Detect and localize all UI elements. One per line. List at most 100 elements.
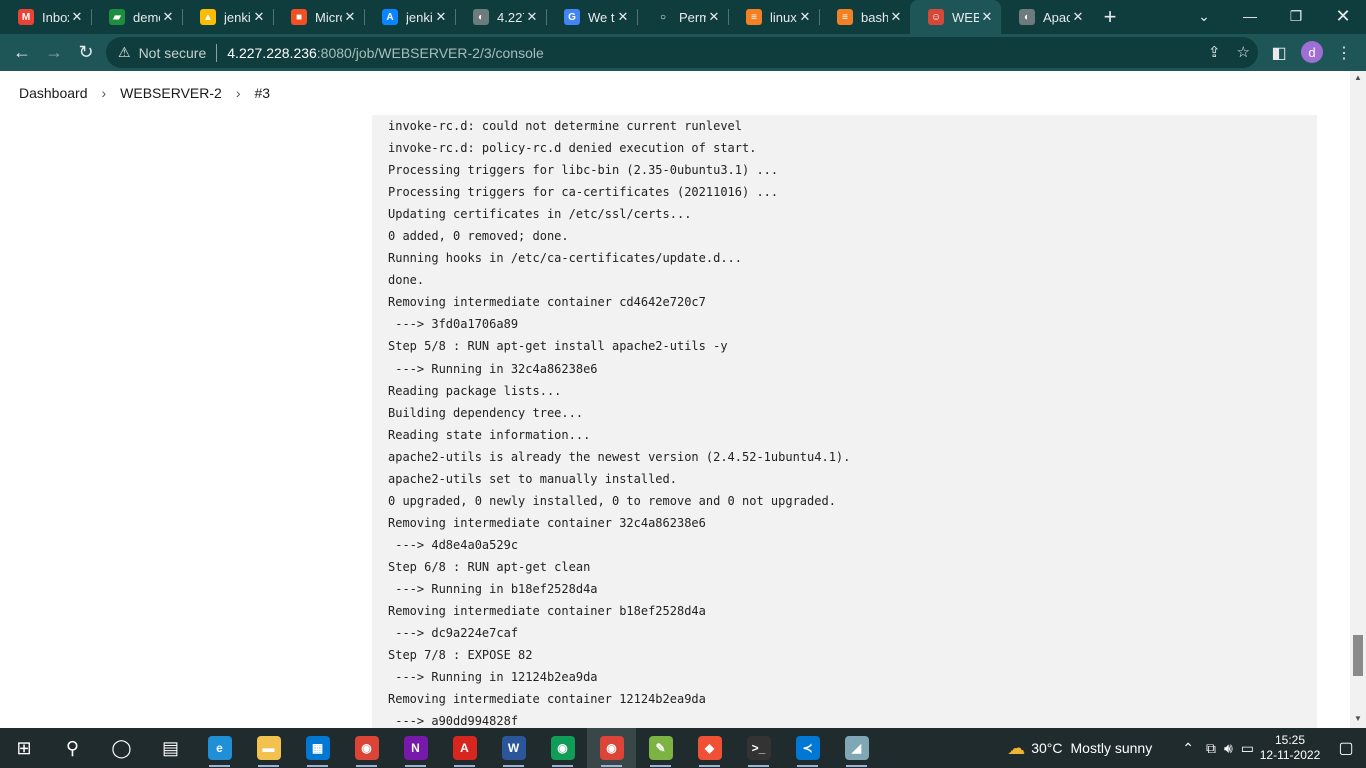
taskbar-app-button[interactable]: e	[195, 728, 244, 768]
console-line: Building dependency tree...	[388, 405, 584, 420]
github-icon: ○	[655, 9, 671, 25]
maximize-button[interactable]: ❐	[1273, 0, 1319, 32]
browser-toolbar: ← → ↻ ⚠ Not secure 4.227.228.236:8080/jo…	[0, 34, 1366, 71]
browser-tab[interactable]: ◐ Apac ✕	[1001, 0, 1092, 34]
tab-title: WEB	[952, 9, 979, 25]
forward-button[interactable]: →	[38, 37, 70, 69]
divider	[216, 43, 218, 62]
taskbar-app-button[interactable]: ▬	[244, 728, 293, 768]
share-icon[interactable]: ⇪	[1208, 43, 1221, 61]
browser-tab[interactable]: G We t ✕	[546, 0, 637, 34]
close-tab-icon[interactable]: ✕	[342, 9, 358, 25]
close-tab-icon[interactable]: ✕	[433, 9, 449, 25]
taskbar-app-button[interactable]: ◢	[832, 728, 881, 768]
minimize-button[interactable]: —	[1227, 0, 1273, 32]
close-tab-icon[interactable]: ✕	[615, 9, 631, 25]
close-tab-icon[interactable]: ✕	[979, 9, 995, 25]
scrollbar-thumb[interactable]	[1353, 635, 1363, 676]
stackoverflow-icon: ≡	[837, 9, 853, 25]
console-line: invoke-rc.d: could not determine current…	[388, 119, 743, 133]
tab-title: jenkins	[406, 9, 433, 25]
cortana-icon[interactable]: ◯	[97, 728, 146, 768]
address-bar[interactable]: ⚠ Not secure 4.227.228.236:8080/job/WEBS…	[106, 37, 1258, 68]
browser-tab[interactable]: ■ Microsoft✕	[273, 0, 364, 34]
taskbar: ⊞ ⚲ ◯ ▤ e ▬ ▦ ◉ N A W ◉ ◉ ✎ ◆ >_ ≺ ◢ ☁ 30°C Mostly su…	[0, 728, 1366, 768]
clock[interactable]: 15:25 12-11-2022	[1254, 733, 1326, 763]
scroll-down-icon[interactable]: ▼	[1350, 712, 1366, 726]
tab-title: 4.227	[497, 9, 524, 25]
task-view-icon[interactable]: ▤	[146, 728, 195, 768]
bookmark-star-icon[interactable]: ☆	[1237, 43, 1250, 61]
taskbar-app-button[interactable]: ▦	[293, 728, 342, 768]
weather-icon[interactable]: ☁	[1007, 738, 1025, 759]
browser-tab[interactable]: ○ Perm ✕	[637, 0, 728, 34]
close-tab-icon[interactable]: ✕	[706, 9, 722, 25]
tab-strip: MInbox✕▰demo✕▲jenkins✕■Microsoft✕Ajenkin…	[0, 0, 1366, 34]
browser-tab[interactable]: M Inbox✕	[0, 0, 91, 34]
new-tab-button[interactable]: +	[1092, 0, 1128, 34]
taskbar-app-button[interactable]: ✎	[636, 728, 685, 768]
warning-icon[interactable]: ⚠	[118, 44, 131, 61]
edge-icon: e	[207, 736, 232, 760]
taskbar-app-button[interactable]: ◉	[538, 728, 587, 768]
chevron-up-icon[interactable]: ⌃	[1182, 740, 1194, 757]
notifications-icon[interactable]: ▢	[1326, 738, 1366, 758]
console-line: ---> 4d8e4a0a529c	[388, 537, 519, 552]
globe-icon: ◐	[1019, 9, 1035, 25]
taskbar-app-button[interactable]: A	[440, 728, 489, 768]
browser-tab[interactable]: Ajenkins✕	[364, 0, 455, 34]
close-window-button[interactable]: ✕	[1320, 0, 1366, 32]
menu-icon[interactable]: ⋮	[1328, 37, 1360, 69]
stackoverflow-icon: ≡	[746, 9, 762, 25]
close-tab-icon[interactable]: ✕	[797, 9, 813, 25]
volume-icon[interactable]: 🔊︎	[1224, 740, 1233, 757]
search-icon[interactable]: ⚲	[48, 728, 97, 768]
start-windows-icon[interactable]: ⊞	[0, 728, 48, 768]
tab-title: Apac	[1043, 9, 1070, 25]
close-tab-icon[interactable]: ✕	[524, 9, 540, 25]
breadcrumb-build[interactable]: #3	[255, 85, 271, 101]
azure-icon: A	[382, 9, 398, 25]
back-button[interactable]: ←	[6, 37, 38, 69]
taskbar-app-button[interactable]: ≺	[783, 728, 832, 768]
security-label[interactable]: Not secure	[139, 45, 207, 61]
chevron-right-icon: ›	[101, 85, 107, 101]
taskbar-app-button[interactable]: >_	[734, 728, 783, 768]
close-tab-icon[interactable]: ✕	[1070, 9, 1086, 25]
chrome-profile-icon: ◉	[550, 736, 575, 760]
profile-avatar[interactable]: d	[1301, 41, 1323, 63]
page-scrollbar[interactable]: ▲ ▼	[1350, 71, 1366, 728]
meet-now-icon[interactable]: ⧉	[1206, 740, 1216, 757]
console-line: ---> Running in 12124b2ea9da	[388, 670, 598, 685]
close-tab-icon[interactable]: ✕	[251, 9, 267, 25]
breadcrumb-dashboard[interactable]: Dashboard	[19, 85, 88, 101]
system-tray: ☁ 30°C Mostly sunny ⌃ ⧉ 🔊︎ ▭ 15:25 12-11…	[1007, 728, 1366, 768]
close-tab-icon[interactable]: ✕	[160, 9, 176, 25]
browser-tab[interactable]: ▲ jenkins✕	[182, 0, 273, 34]
taskbar-app-button[interactable]: ◆	[685, 728, 734, 768]
taskbar-app-button[interactable]: W	[489, 728, 538, 768]
close-tab-icon[interactable]: ✕	[888, 9, 904, 25]
browser-tab[interactable]: ◐ 4.227✕	[455, 0, 546, 34]
browser-tab[interactable]: ☺ WEB ✕	[910, 0, 1001, 34]
weather-text[interactable]: Mostly sunny	[1071, 740, 1153, 756]
taskbar-app-button[interactable]: ◉	[342, 728, 391, 768]
taskbar-app-button[interactable]: N	[391, 728, 440, 768]
taskbar-apps: e ▬ ▦ ◉ N A W ◉ ◉ ✎ ◆ >_ ≺ ◢	[195, 728, 881, 768]
console-lines: invoke-rc.d: could not determine current…	[388, 115, 850, 728]
network-icon[interactable]: ▭	[1241, 740, 1254, 757]
side-panel-icon[interactable]: ◧	[1263, 37, 1295, 69]
reload-button[interactable]: ↻	[70, 37, 102, 69]
close-tab-icon[interactable]: ✕	[69, 9, 85, 25]
breadcrumb-job[interactable]: WEBSERVER-2	[120, 85, 222, 101]
breadcrumb: Dashboard › WEBSERVER-2 › #3	[0, 71, 1350, 115]
browser-tab[interactable]: ▰ demo✕	[91, 0, 182, 34]
scroll-up-icon[interactable]: ▲	[1350, 71, 1366, 85]
tab-search-icon[interactable]: ⌄	[1181, 0, 1227, 32]
browser-tab[interactable]: ≡ bash ✕	[819, 0, 910, 34]
console-line: Step 5/8 : RUN apt-get install apache2-u…	[388, 339, 728, 354]
taskbar-app-button[interactable]: ◉	[587, 728, 636, 768]
console-line: Reading state information...	[388, 427, 591, 442]
browser-tab[interactable]: ≡ linux ✕	[728, 0, 819, 34]
weather-temp[interactable]: 30°C	[1031, 740, 1062, 756]
